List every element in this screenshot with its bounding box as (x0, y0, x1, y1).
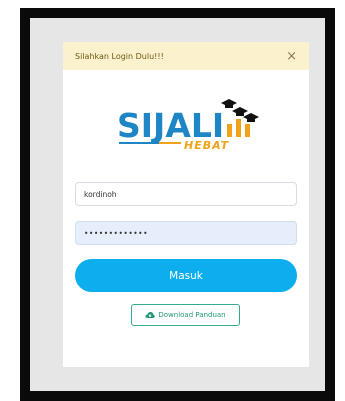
logo-bar-2 (236, 119, 241, 137)
logo-bar-1 (227, 124, 232, 137)
login-card: Silahkan Login Dulu!!! × SIJALI HEBAT Ma… (63, 42, 309, 367)
logo-underline-orange (159, 142, 181, 144)
username-field[interactable] (75, 182, 297, 206)
logo-sub-text: HEBAT (184, 139, 230, 152)
login-button-label: Masuk (169, 269, 203, 282)
login-alert: Silahkan Login Dulu!!! × (63, 42, 309, 70)
download-guide-button[interactable]: Download Panduan (131, 304, 240, 326)
sijali-hebat-logo: SIJALI HEBAT (117, 99, 259, 152)
graduation-cap-icon (221, 99, 259, 122)
login-button[interactable]: Masuk (75, 259, 297, 292)
download-guide-label: Download Panduan (158, 311, 226, 319)
cloud-download-icon (145, 312, 156, 318)
logo-underline-blue (119, 142, 159, 144)
password-field[interactable] (75, 221, 297, 245)
logo-bar-3 (245, 124, 250, 137)
close-icon[interactable]: × (286, 50, 297, 63)
alert-message: Silahkan Login Dulu!!! (75, 51, 164, 61)
